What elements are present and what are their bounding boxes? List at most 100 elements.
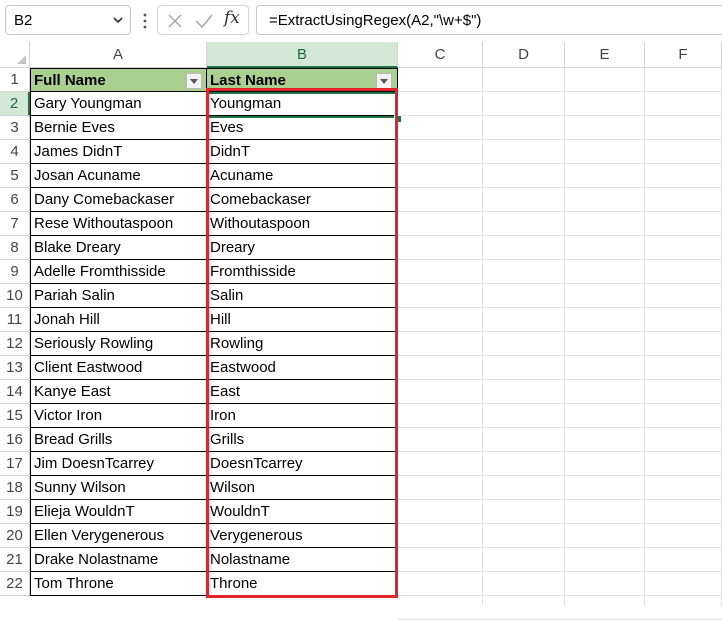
row-header-7[interactable]: 7 (0, 212, 30, 236)
table-cell[interactable]: Gary Youngman (30, 92, 207, 116)
row-header-15[interactable]: 15 (0, 404, 30, 428)
column-header-f[interactable]: F (645, 42, 722, 68)
gridline (398, 427, 722, 428)
table-cell[interactable]: East (207, 380, 398, 404)
fill-handle[interactable] (394, 115, 402, 123)
table-cell[interactable]: Kanye East (30, 380, 207, 404)
table-cell[interactable]: Verygenerous (207, 524, 398, 548)
table-cell[interactable]: WouldnT (207, 500, 398, 524)
row-header-1[interactable]: 1 (0, 68, 30, 92)
table-cell[interactable]: Salin (207, 284, 398, 308)
row-header-9[interactable]: 9 (0, 260, 30, 284)
table-cell[interactable]: Blake Dreary (30, 236, 207, 260)
gridline (398, 163, 722, 164)
gridline (398, 331, 722, 332)
name-box[interactable]: B2 (5, 5, 131, 35)
select-all-triangle (17, 55, 26, 64)
row-header-2[interactable]: 2 (0, 92, 30, 116)
row-header-17[interactable]: 17 (0, 452, 30, 476)
fx-icon[interactable]: fx (224, 8, 240, 28)
filter-dropdown-icon[interactable] (186, 73, 202, 89)
table-cell[interactable]: Acuname (207, 164, 398, 188)
row-header-11[interactable]: 11 (0, 308, 30, 332)
table-cell[interactable]: Iron (207, 404, 398, 428)
table-cell[interactable]: Dany Comebackaser (30, 188, 207, 212)
select-all-button[interactable] (0, 42, 30, 68)
row-header-21[interactable]: 21 (0, 548, 30, 572)
row-header-19[interactable]: 19 (0, 500, 30, 524)
table-cell[interactable]: Adelle Fromthisside (30, 260, 207, 284)
table-cell[interactable]: Ellen Verygenerous (30, 524, 207, 548)
column-header-d[interactable]: D (483, 42, 565, 68)
gridline (398, 451, 722, 452)
table-cell[interactable]: Eastwood (207, 356, 398, 380)
gridline (398, 259, 722, 260)
column-header-e[interactable]: E (565, 42, 645, 68)
gridline (398, 211, 722, 212)
table-cell[interactable]: Rowling (207, 332, 398, 356)
row-header-22[interactable]: 22 (0, 572, 30, 596)
table-cell[interactable]: Jim DoesnTcarrey (30, 452, 207, 476)
row-header-18[interactable]: 18 (0, 476, 30, 500)
row-header-6[interactable]: 6 (0, 188, 30, 212)
chevron-down-icon (190, 79, 198, 84)
gridline (398, 283, 722, 284)
more-options-icon[interactable] (143, 13, 147, 29)
column-header-b[interactable]: B (207, 42, 398, 68)
table-cell[interactable]: Youngman (207, 92, 398, 116)
table-cell[interactable]: Tom Throne (30, 572, 207, 596)
table-cell[interactable]: DoesnTcarrey (207, 452, 398, 476)
row-header-16[interactable]: 16 (0, 428, 30, 452)
table-cell[interactable]: Nolastname (207, 548, 398, 572)
column-header-a[interactable]: A (30, 42, 207, 68)
gridline (644, 68, 645, 606)
table-cell[interactable]: Elieja WouldnT (30, 500, 207, 524)
row-header-13[interactable]: 13 (0, 356, 30, 380)
table-cell[interactable]: Wilson (207, 476, 398, 500)
table-cell[interactable]: Victor Iron (30, 404, 207, 428)
table-cell[interactable]: Throne (207, 572, 398, 596)
column-header-c[interactable]: C (398, 42, 483, 68)
row-header-14[interactable]: 14 (0, 380, 30, 404)
table-cell[interactable]: Jonah Hill (30, 308, 207, 332)
table-cell[interactable]: Grills (207, 428, 398, 452)
table-cell[interactable]: DidnT (207, 140, 398, 164)
row-header-8[interactable]: 8 (0, 236, 30, 260)
table-cell[interactable]: Withoutaspoon (207, 212, 398, 236)
row-header-10[interactable]: 10 (0, 284, 30, 308)
table-cell[interactable]: Bernie Eves (30, 116, 207, 140)
chevron-down-icon[interactable] (112, 14, 124, 26)
gridline (398, 547, 722, 548)
table-cell[interactable]: Hill (207, 308, 398, 332)
table-cell[interactable]: Pariah Salin (30, 284, 207, 308)
table-cell[interactable]: Drake Nolastname (30, 548, 207, 572)
row-header-3[interactable]: 3 (0, 116, 30, 140)
table-cell[interactable]: Comebackaser (207, 188, 398, 212)
formula-bar: B2 fx =ExtractUsingRegex(A2,"\w+$") (0, 0, 722, 42)
table-cell[interactable]: Bread Grills (30, 428, 207, 452)
gridline (398, 379, 722, 380)
table-cell[interactable]: Rese Withoutaspoon (30, 212, 207, 236)
close-icon[interactable] (167, 13, 183, 29)
table-cell[interactable]: Sunny Wilson (30, 476, 207, 500)
row-header-12[interactable]: 12 (0, 332, 30, 356)
row-header-4[interactable]: 4 (0, 140, 30, 164)
filter-dropdown-icon[interactable] (376, 73, 392, 89)
gridline (398, 595, 722, 596)
header-label: Last Name (210, 72, 286, 89)
table-cell[interactable]: James DidnT (30, 140, 207, 164)
row-header-5[interactable]: 5 (0, 164, 30, 188)
gridline (398, 523, 722, 524)
table-header-cell[interactable]: Full Name (30, 68, 207, 92)
table-cell[interactable]: Eves (207, 116, 398, 140)
table-cell[interactable]: Fromthisside (207, 260, 398, 284)
table-cell[interactable]: Seriously Rowling (30, 332, 207, 356)
table-cell[interactable]: Client Eastwood (30, 356, 207, 380)
table-cell[interactable]: Dreary (207, 236, 398, 260)
table-header-cell[interactable]: Last Name (207, 68, 398, 92)
check-icon[interactable] (195, 13, 213, 29)
row-header-20[interactable]: 20 (0, 524, 30, 548)
name-box-value: B2 (14, 12, 33, 29)
formula-input[interactable]: =ExtractUsingRegex(A2,"\w+$") (256, 5, 722, 35)
table-cell[interactable]: Josan Acuname (30, 164, 207, 188)
